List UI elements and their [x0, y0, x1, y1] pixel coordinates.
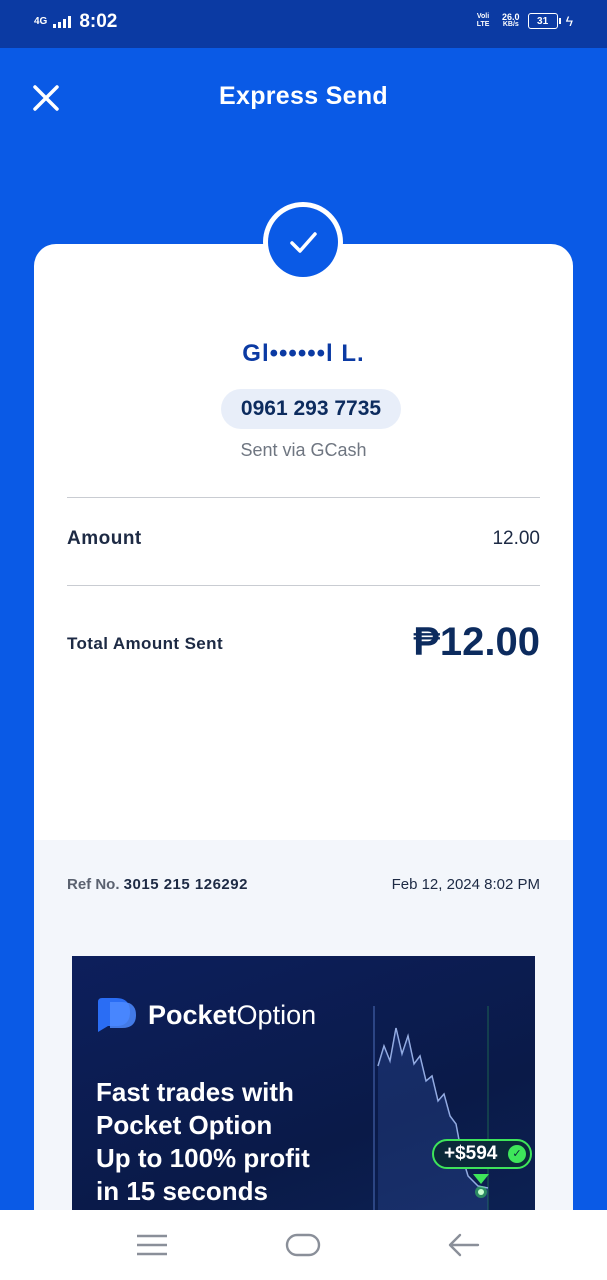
- pocket-option-logo-icon: [98, 998, 136, 1032]
- pocket-option-logo: PocketOption: [96, 998, 316, 1032]
- payment-method: Sent via GCash: [240, 440, 367, 460]
- divider: [67, 585, 540, 586]
- ad-headline: Fast trades with Pocket Option Up to 100…: [96, 1077, 310, 1206]
- ad-chart-graphic: [368, 1006, 535, 1244]
- signal-icon: [53, 16, 72, 28]
- home-icon: [285, 1233, 321, 1257]
- system-nav-bar: [0, 1210, 607, 1280]
- reference: Ref No. 3015 215 126292: [67, 876, 248, 893]
- back-arrow-icon: [448, 1233, 480, 1257]
- amount-value: 12.00: [492, 528, 540, 549]
- charging-icon: ϟ: [565, 13, 573, 29]
- status-bar: 4G 8:02 Voli LTE 26.0 KB/s 31 ϟ: [0, 0, 607, 48]
- amount-label: Amount: [67, 528, 142, 549]
- page-title: Express Send: [219, 82, 388, 110]
- check-icon: ✓: [508, 1145, 526, 1163]
- clock: 8:02: [79, 11, 118, 32]
- battery-icon: 31: [527, 13, 561, 29]
- home-button[interactable]: [283, 1230, 323, 1260]
- checkmark-icon: [290, 232, 317, 253]
- receipt-footer: Ref No. 3015 215 126292 Feb 12, 2024 8:0…: [34, 840, 573, 1244]
- network-speed: 26.0 KB/s: [502, 12, 520, 29]
- recipient-number: 0961 293 7735: [221, 389, 401, 429]
- transaction-date: Feb 12, 2024 8:02 PM: [391, 876, 540, 893]
- receipt-card: Gl••••••l L. 0961 293 7735 Sent via GCas…: [34, 244, 573, 1244]
- back-button[interactable]: [444, 1230, 484, 1260]
- ref-number: 3015 215 126292: [123, 876, 248, 893]
- network-type: 4G: [34, 16, 48, 27]
- menu-icon: [137, 1234, 167, 1256]
- profit-badge: +$594 ✓: [432, 1139, 532, 1169]
- total-label: Total Amount Sent: [67, 634, 224, 653]
- success-badge: [263, 202, 343, 282]
- ref-label: Ref No.: [67, 876, 120, 893]
- recipient-name: Gl••••••l L.: [242, 340, 365, 367]
- total-value: ₱12.00: [413, 620, 540, 664]
- divider: [67, 497, 540, 498]
- recent-apps-button[interactable]: [132, 1230, 172, 1260]
- ad-banner[interactable]: PocketOption Fast trades with Pocket Opt…: [72, 956, 535, 1244]
- lte-indicator: Voli LTE: [476, 13, 490, 28]
